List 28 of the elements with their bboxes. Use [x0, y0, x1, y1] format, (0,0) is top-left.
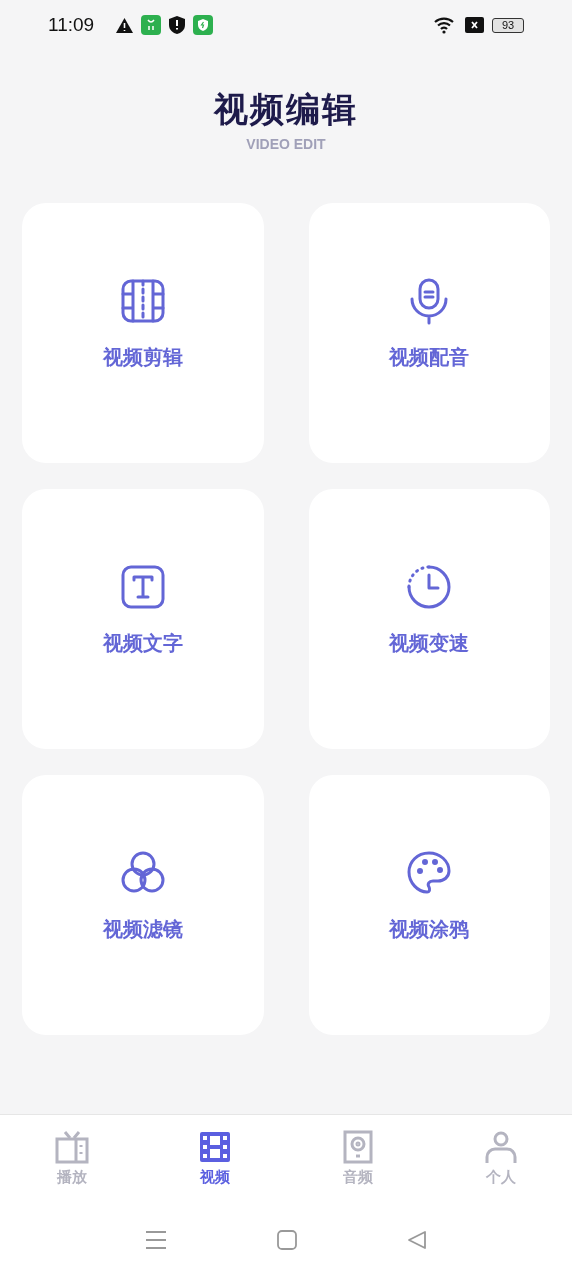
feature-card[interactable]: 视频文字 — [22, 489, 264, 749]
status-time: 11:09 — [48, 12, 95, 37]
tv-icon — [54, 1130, 89, 1165]
feature-label: 视频滤镜 — [102, 917, 183, 942]
feature-card[interactable]: 视频变速 — [308, 489, 550, 749]
feature-card[interactable]: 视频涂鸦 — [308, 775, 550, 1035]
feature-card[interactable]: 视频滤镜 — [22, 775, 264, 1035]
feature-label: 视频配音 — [389, 345, 470, 370]
page-title: 视频编辑 — [214, 89, 358, 130]
home-square-icon[interactable] — [277, 1230, 297, 1250]
feature-label: 视频涂鸦 — [389, 917, 470, 942]
page-subtitle: VIDEO EDIT — [246, 135, 326, 154]
feature-label: 视频文字 — [102, 631, 183, 656]
film-icon — [197, 1130, 232, 1165]
shield-alert-icon — [169, 16, 186, 34]
shield-app-icon — [193, 15, 214, 35]
warning-icon — [116, 17, 134, 33]
battery-indicator: 93 — [492, 17, 524, 33]
app-notification-icon — [141, 15, 162, 35]
feature-card[interactable]: 视频配音 — [308, 203, 550, 463]
sim-missing-icon — [465, 17, 484, 33]
menu-icon[interactable] — [145, 1230, 167, 1250]
back-triangle-icon[interactable] — [407, 1230, 427, 1250]
feature-label: 视频变速 — [389, 631, 470, 656]
person-icon — [483, 1130, 518, 1165]
tab-item[interactable]: 视频 — [143, 1130, 286, 1195]
feature-card[interactable]: 视频剪辑 — [22, 203, 264, 463]
feature-label: 视频剪辑 — [102, 345, 183, 370]
